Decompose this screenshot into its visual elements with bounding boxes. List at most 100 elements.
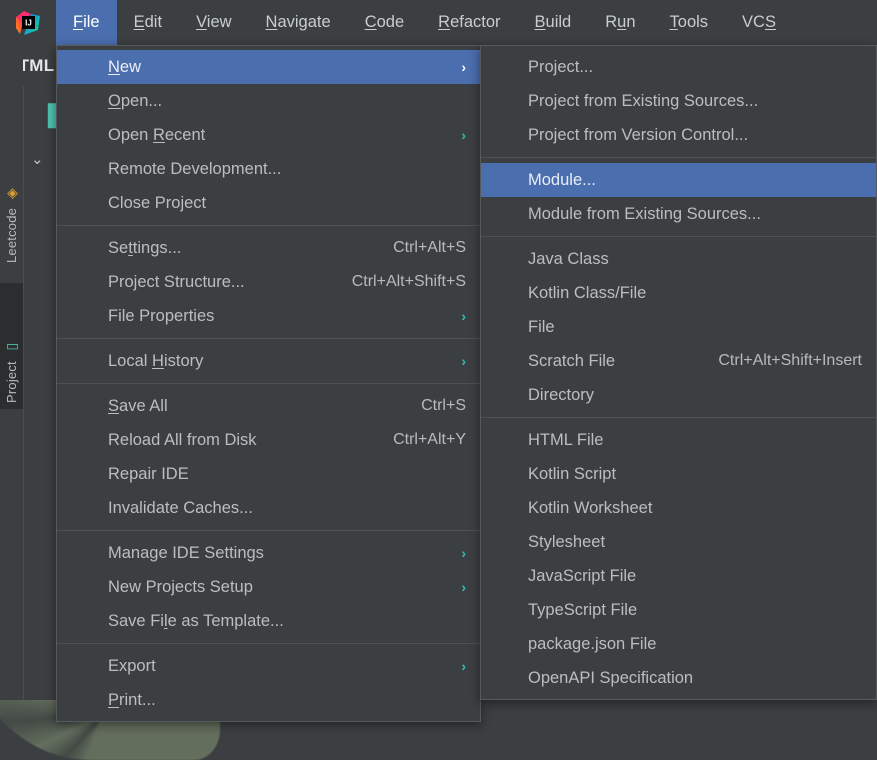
- menu-item-label: Project Structure...: [108, 273, 245, 292]
- menubar-item-code[interactable]: Code: [348, 0, 421, 45]
- menu-item-module-from-existing-sources[interactable]: Module from Existing Sources...: [481, 197, 876, 231]
- svg-text:IJ: IJ: [25, 18, 32, 27]
- menu-item-label: package.json File: [528, 635, 656, 654]
- menubar-item-view[interactable]: View: [179, 0, 248, 45]
- chevron-right-icon: ›: [441, 545, 466, 561]
- menubar-item-vcs[interactable]: VCS: [725, 0, 793, 45]
- menu-item-project[interactable]: Project...: [481, 50, 876, 84]
- menu-item-shortcut: Ctrl+Alt+S: [367, 239, 466, 257]
- menubar-item-tools[interactable]: Tools: [653, 0, 726, 45]
- intellij-idea-logo-icon: IJ: [15, 10, 41, 36]
- menu-item-stylesheet[interactable]: Stylesheet: [481, 525, 876, 559]
- menu-item-label: Invalidate Caches...: [108, 499, 253, 518]
- menu-item-kotlin-class-file[interactable]: Kotlin Class/File: [481, 276, 876, 310]
- menu-item-new-projects-setup[interactable]: New Projects Setup›: [57, 570, 480, 604]
- menu-item-repair-ide[interactable]: Repair IDE: [57, 457, 480, 491]
- chevron-right-icon: ›: [441, 308, 466, 324]
- sidebar-item-leetcode[interactable]: Leetcode ◈: [0, 137, 23, 269]
- menu-item-print[interactable]: Print...: [57, 683, 480, 717]
- menu-bar: IJ File Edit ViewNavigate Code Refactor Build…: [0, 0, 877, 45]
- leetcode-icon: ◈: [5, 186, 19, 202]
- menu-item-label: New Projects Setup: [108, 578, 253, 597]
- menu-item-javascript-file[interactable]: JavaScript File: [481, 559, 876, 593]
- menu-item-label: Scratch File: [528, 352, 615, 371]
- menu-item-label: Open Recent: [108, 126, 205, 145]
- menu-item-label: HTML File: [528, 431, 603, 450]
- menu-item-label: Kotlin Script: [528, 465, 616, 484]
- menu-item-settings[interactable]: Settings... Ctrl+Alt+S: [57, 231, 480, 265]
- menu-item-reload-all-from-disk[interactable]: Reload All from DiskCtrl+Alt+Y: [57, 423, 480, 457]
- menu-item-file-properties[interactable]: File Properties ›: [57, 299, 480, 333]
- menu-separator: [57, 383, 480, 384]
- chevron-right-icon: ›: [441, 59, 466, 75]
- menu-item-remote-development[interactable]: Remote Development...: [57, 152, 480, 186]
- menu-item-close-project[interactable]: Close Project: [57, 186, 480, 220]
- menu-item-kotlin-script[interactable]: Kotlin Script: [481, 457, 876, 491]
- menubar-item-file[interactable]: File: [56, 0, 117, 45]
- menu-item-label: Print...: [108, 691, 156, 710]
- menu-item-java-class[interactable]: Java Class: [481, 242, 876, 276]
- app-logo[interactable]: IJ: [0, 0, 56, 45]
- menu-item-label: Open...: [108, 92, 162, 111]
- menu-item-file[interactable]: File: [481, 310, 876, 344]
- menu-item-label: TypeScript File: [528, 601, 637, 620]
- menu-separator: [57, 338, 480, 339]
- menubar-item-label: Run: [605, 13, 635, 32]
- menu-item-label: File: [528, 318, 555, 337]
- sidebar-item-project-label: Project: [4, 361, 19, 403]
- menu-item-save-file-as-template[interactable]: Save File as Template...: [57, 604, 480, 638]
- menu-item-package-json-file[interactable]: package.json File: [481, 627, 876, 661]
- menubar-item-label: File: [73, 13, 100, 32]
- menubar-item-label: VCS: [742, 13, 776, 32]
- menu-item-label: JavaScript File: [528, 567, 636, 586]
- menubar-item-edit[interactable]: Edit: [117, 0, 179, 45]
- chevron-right-icon: ›: [441, 127, 466, 143]
- menu-item-directory[interactable]: Directory: [481, 378, 876, 412]
- menu-item-project-from-version-control[interactable]: Project from Version Control...: [481, 118, 876, 152]
- sidebar-item-leetcode-label: Leetcode: [4, 208, 19, 263]
- sidebar-item-project[interactable]: Project ▭: [0, 283, 23, 409]
- menubar-item-label: Build: [535, 13, 572, 32]
- menu-item-shortcut: Ctrl+Alt+Shift+Insert: [692, 352, 862, 370]
- menu-item-label: Export: [108, 657, 156, 676]
- menubar-item-label: Edit: [134, 13, 162, 32]
- menu-item-project-from-existing-sources[interactable]: Project from Existing Sources...: [481, 84, 876, 118]
- menu-item-module[interactable]: Module...: [481, 163, 876, 197]
- menu-item-open-recent[interactable]: Open Recent ›: [57, 118, 480, 152]
- menu-separator: [57, 530, 480, 531]
- menu-item-label: Directory: [528, 386, 594, 405]
- menubar-item-navigate[interactable]: Navigate: [249, 0, 348, 45]
- menu-separator: [57, 225, 480, 226]
- menu-item-shortcut: Ctrl+S: [395, 397, 466, 415]
- menu-item-invalidate-caches[interactable]: Invalidate Caches...: [57, 491, 480, 525]
- menu-item-label: Save File as Template...: [108, 612, 284, 631]
- menu-item-new[interactable]: New ›: [57, 50, 480, 84]
- menu-item-scratch-file[interactable]: Scratch File Ctrl+Alt+Shift+Insert: [481, 344, 876, 378]
- menu-item-label: Settings...: [108, 239, 181, 258]
- menu-item-label: Stylesheet: [528, 533, 605, 552]
- menu-item-html-file[interactable]: HTML File: [481, 423, 876, 457]
- menu-separator: [57, 643, 480, 644]
- menubar-item-label: Tools: [670, 13, 709, 32]
- menubar-item-refactor[interactable]: Refactor: [421, 0, 517, 45]
- menu-item-local-history[interactable]: Local History›: [57, 344, 480, 378]
- chevron-right-icon: ›: [441, 353, 466, 369]
- menu-item-save-all[interactable]: Save AllCtrl+S: [57, 389, 480, 423]
- menu-item-project-structure[interactable]: Project Structure...Ctrl+Alt+Shift+S: [57, 265, 480, 299]
- menubar-item-build[interactable]: Build: [518, 0, 589, 45]
- menubar-item-label: Code: [365, 13, 404, 32]
- project-monitor-icon: ▭: [5, 339, 19, 355]
- menu-item-open[interactable]: Open...: [57, 84, 480, 118]
- menu-item-manage-ide-settings[interactable]: Manage IDE Settings›: [57, 536, 480, 570]
- new-submenu-popup: Project...Project from Existing Sources.…: [480, 45, 877, 700]
- menu-item-openapi-specification[interactable]: OpenAPI Specification: [481, 661, 876, 695]
- menu-item-label: Close Project: [108, 194, 206, 213]
- menu-item-export[interactable]: Export›: [57, 649, 480, 683]
- menubar-item-run[interactable]: Run: [588, 0, 652, 45]
- menu-item-label: New: [108, 58, 141, 77]
- menu-item-label: Project from Version Control...: [528, 126, 748, 145]
- chevron-down-icon[interactable]: ⌄: [31, 150, 44, 168]
- menu-item-kotlin-worksheet[interactable]: Kotlin Worksheet: [481, 491, 876, 525]
- menu-item-label: File Properties: [108, 307, 214, 326]
- menu-item-typescript-file[interactable]: TypeScript File: [481, 593, 876, 627]
